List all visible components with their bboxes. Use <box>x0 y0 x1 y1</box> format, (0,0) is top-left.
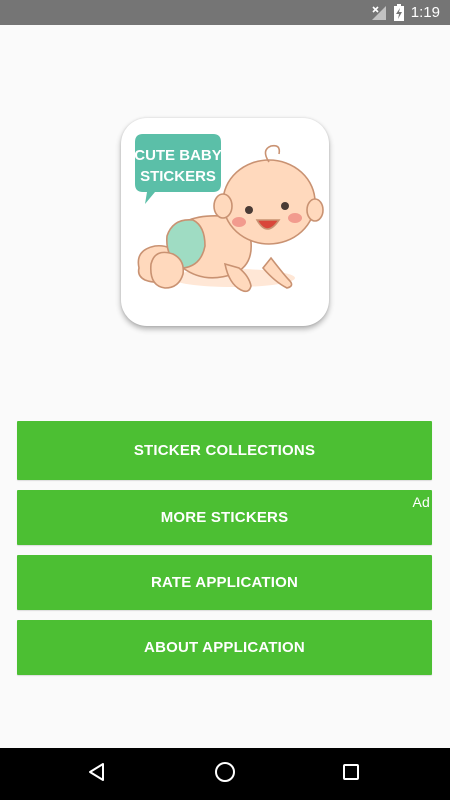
battery-charging-icon <box>393 4 404 21</box>
navigation-bar <box>0 748 450 800</box>
back-button[interactable] <box>67 748 127 800</box>
recents-icon <box>341 762 361 787</box>
home-button[interactable] <box>195 748 255 800</box>
status-time: 1:19 <box>410 4 440 21</box>
about-application-label: ABOUT APPLICATION <box>144 639 305 656</box>
sticker-collections-button[interactable]: STICKER COLLECTIONS <box>17 421 432 480</box>
more-stickers-label: MORE STICKERS <box>160 509 289 526</box>
back-icon <box>86 761 108 788</box>
status-icons: 1:19 <box>371 0 440 25</box>
rate-application-label: RATE APPLICATION <box>150 574 299 591</box>
ad-badge: Ad <box>412 494 430 510</box>
home-icon <box>213 760 237 789</box>
sticker-collections-label: STICKER COLLECTIONS <box>133 442 316 459</box>
title-banner: CUTE BABY STICKERS <box>134 134 222 204</box>
banner-text-line1: CUTE BABY <box>134 147 222 164</box>
signal-off-icon <box>371 5 387 21</box>
about-application-button[interactable]: ABOUT APPLICATION <box>17 620 432 675</box>
recents-button[interactable] <box>321 748 381 800</box>
banner-text-line2: STICKERS <box>140 168 216 185</box>
status-bar: 1:19 <box>0 0 450 25</box>
app-logo: CUTE BABY STICKERS <box>121 118 329 326</box>
more-stickers-button[interactable]: MORE STICKERS Ad <box>17 490 432 545</box>
rate-application-button[interactable]: RATE APPLICATION <box>17 555 432 610</box>
